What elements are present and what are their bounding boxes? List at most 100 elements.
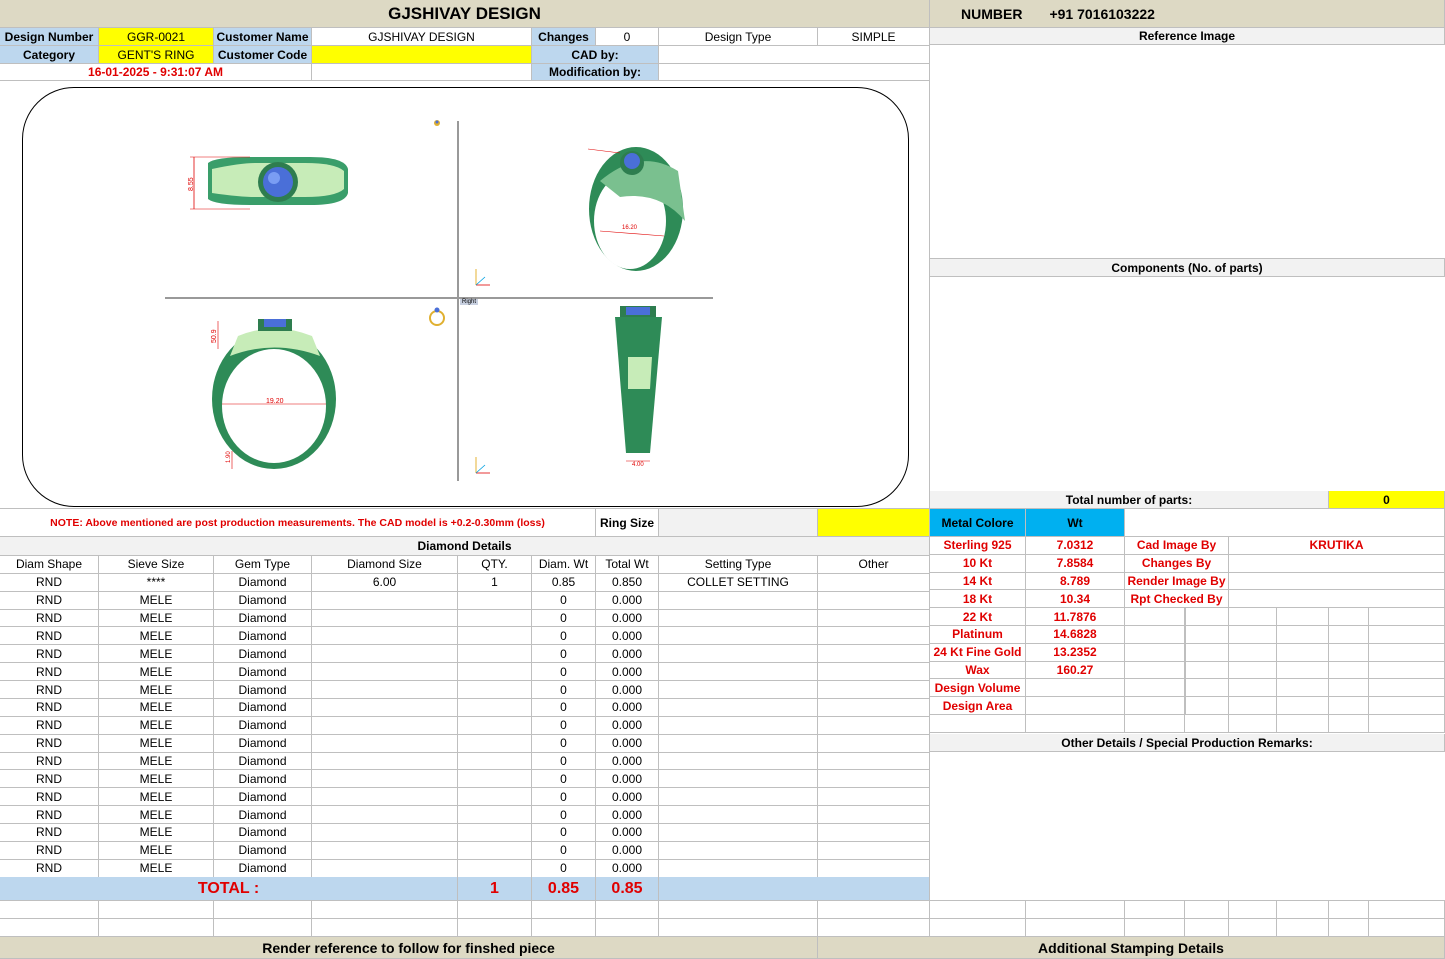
blank-cell[interactable] <box>1369 643 1445 662</box>
blank-cell[interactable] <box>1125 901 1185 919</box>
blank-cell[interactable] <box>1229 608 1277 626</box>
design-type-field[interactable]: SIMPLE <box>818 28 930 46</box>
category-field[interactable]: GENT'S RING <box>99 46 214 64</box>
credit-value[interactable] <box>1229 554 1445 573</box>
blank-cell[interactable] <box>1125 608 1185 626</box>
blank-cell[interactable] <box>1026 715 1125 733</box>
changes-field[interactable]: 0 <box>596 28 659 46</box>
blank-cell[interactable] <box>99 901 214 919</box>
blank-cell[interactable] <box>1229 715 1277 733</box>
blank-cell[interactable] <box>1369 901 1445 919</box>
diamond-table-cell: Diamond <box>214 681 312 699</box>
blank-cell[interactable] <box>1229 626 1277 644</box>
blank-cell[interactable] <box>930 919 1026 937</box>
blank-cell[interactable] <box>1277 679 1329 698</box>
top-view <box>190 156 348 210</box>
blank-cell[interactable] <box>1185 715 1229 733</box>
blank-cell[interactable] <box>458 901 532 919</box>
blank-cell[interactable] <box>312 901 458 919</box>
blank-cell[interactable] <box>1229 901 1277 919</box>
blank-cell[interactable] <box>1277 715 1329 733</box>
blank-cell[interactable] <box>818 901 930 919</box>
customer-name-field[interactable]: GJSHIVAY DESIGN <box>312 28 532 46</box>
cad-by-field[interactable] <box>659 46 930 64</box>
design-number-field[interactable]: GGR-0021 <box>99 28 214 46</box>
blank-cell[interactable] <box>1125 626 1185 644</box>
blank-cell[interactable] <box>1329 715 1369 733</box>
blank-cell[interactable] <box>1185 608 1229 626</box>
blank-cell[interactable] <box>1026 901 1125 919</box>
blank-cell[interactable] <box>1277 661 1329 680</box>
blank-cell[interactable] <box>659 919 818 937</box>
blank-cell[interactable] <box>1369 715 1445 733</box>
blank-cell[interactable] <box>214 919 312 937</box>
blank-cell[interactable] <box>214 901 312 919</box>
blank-cell[interactable] <box>1125 715 1185 733</box>
blank-cell[interactable] <box>1277 608 1329 626</box>
blank-cell[interactable] <box>1229 679 1277 698</box>
blank-cell[interactable] <box>1329 901 1369 919</box>
blank-cell[interactable] <box>1125 919 1185 937</box>
blank-cell[interactable] <box>1185 697 1229 715</box>
ring-size-highlight[interactable] <box>818 509 930 537</box>
blank-cell[interactable] <box>818 919 930 937</box>
credit-value[interactable] <box>1229 590 1445 609</box>
blank-cell[interactable] <box>1229 697 1277 715</box>
blank-cell[interactable] <box>596 919 659 937</box>
blank-cell[interactable] <box>458 919 532 937</box>
blank-cell[interactable] <box>1125 661 1185 680</box>
blank-cell[interactable] <box>1369 608 1445 626</box>
blank-cell[interactable] <box>1026 919 1125 937</box>
blank-cell[interactable] <box>1329 679 1369 698</box>
blank-cell[interactable] <box>596 901 659 919</box>
credit-value[interactable]: KRUTIKA <box>1229 537 1445 555</box>
blank-cell[interactable] <box>312 919 458 937</box>
blank-cell[interactable] <box>1229 661 1277 680</box>
blank-cell[interactable] <box>1369 661 1445 680</box>
credit-value[interactable] <box>1229 572 1445 591</box>
blank-cell[interactable] <box>930 715 1026 733</box>
blank-cell[interactable] <box>1329 608 1369 626</box>
blank-cell[interactable] <box>532 919 596 937</box>
blank-cell[interactable] <box>1125 697 1185 715</box>
blank-cell[interactable] <box>1229 643 1277 662</box>
blank-cell[interactable] <box>1329 626 1369 644</box>
blank-cell[interactable] <box>1277 901 1329 919</box>
blank-cell[interactable] <box>0 919 99 937</box>
other-details-area[interactable] <box>930 752 1445 901</box>
total-parts-value[interactable]: 0 <box>1329 491 1445 509</box>
diamond-table-cell: Diamond <box>214 734 312 753</box>
blank-cell[interactable] <box>532 901 596 919</box>
blank-cell[interactable] <box>1369 679 1445 698</box>
blank-cell[interactable] <box>659 901 818 919</box>
blank-cell[interactable] <box>1369 919 1445 937</box>
modification-field[interactable] <box>659 64 930 81</box>
blank-cell[interactable] <box>930 901 1026 919</box>
blank-cell[interactable] <box>1277 697 1329 715</box>
blank-cell[interactable] <box>1125 679 1185 698</box>
blank-cell[interactable] <box>1329 643 1369 662</box>
blank-cell[interactable] <box>1229 919 1277 937</box>
blank-cell[interactable] <box>1185 679 1229 698</box>
blank-cell[interactable] <box>1185 919 1229 937</box>
blank-cell[interactable] <box>1329 661 1369 680</box>
blank-cell[interactable] <box>1277 919 1329 937</box>
blank-cell[interactable] <box>1185 626 1229 644</box>
blank-cell[interactable] <box>1125 643 1185 662</box>
customer-code-field[interactable] <box>312 46 532 64</box>
blank-cell[interactable] <box>1185 643 1229 662</box>
metal-weight: 10.34 <box>1026 590 1125 609</box>
diamond-table-cell: RND <box>0 681 99 699</box>
blank-cell[interactable] <box>0 901 99 919</box>
blank-cell[interactable] <box>1369 626 1445 644</box>
blank-cell[interactable] <box>1329 919 1369 937</box>
ring-size-field[interactable] <box>659 509 818 537</box>
blank-cell[interactable] <box>1329 697 1369 715</box>
diamond-table-cell <box>818 859 930 878</box>
blank-cell[interactable] <box>1185 661 1229 680</box>
blank-cell[interactable] <box>1185 901 1229 919</box>
blank-cell[interactable] <box>1369 697 1445 715</box>
blank-cell[interactable] <box>99 919 214 937</box>
blank-cell[interactable] <box>1277 626 1329 644</box>
blank-cell[interactable] <box>1277 643 1329 662</box>
